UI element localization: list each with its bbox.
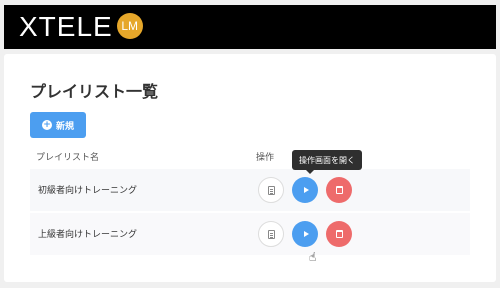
tooltip: 操作画面を開く: [292, 150, 362, 174]
playlist-name: 上級者向けトレーニング: [38, 230, 138, 240]
column-header-name: プレイリスト名: [36, 153, 100, 163]
app-header: XTELE LM: [4, 5, 496, 49]
logo-text: XTELE: [19, 11, 113, 42]
main-panel: プレイリスト一覧 + 新規 プレイリスト名 操作 初級者向けトレーニング 上級者…: [4, 54, 496, 282]
open-control-button[interactable]: [292, 177, 318, 203]
delete-button[interactable]: [326, 177, 352, 203]
play-icon: [303, 187, 309, 193]
table-row: 初級者向けトレーニング: [30, 169, 470, 211]
logo-badge: LM: [116, 13, 143, 39]
playlist-name: 初級者向けトレーニング: [38, 186, 138, 196]
trash-icon: [335, 230, 343, 238]
document-icon: [267, 229, 275, 239]
document-icon: [267, 185, 275, 195]
plus-icon: +: [41, 120, 52, 130]
play-icon: [303, 231, 309, 237]
trash-icon: [335, 186, 343, 194]
new-button-label: 新規: [55, 121, 74, 132]
open-control-button[interactable]: [292, 221, 318, 247]
detail-button[interactable]: [258, 177, 284, 203]
delete-button[interactable]: [326, 221, 352, 247]
hand-cursor-icon: ☝: [309, 250, 317, 264]
new-playlist-button[interactable]: + 新規: [30, 112, 86, 138]
table-row: 上級者向けトレーニング: [30, 213, 470, 255]
detail-button[interactable]: [258, 221, 284, 247]
page-title: プレイリスト一覧: [30, 82, 159, 101]
column-header-actions: 操作: [256, 153, 275, 163]
